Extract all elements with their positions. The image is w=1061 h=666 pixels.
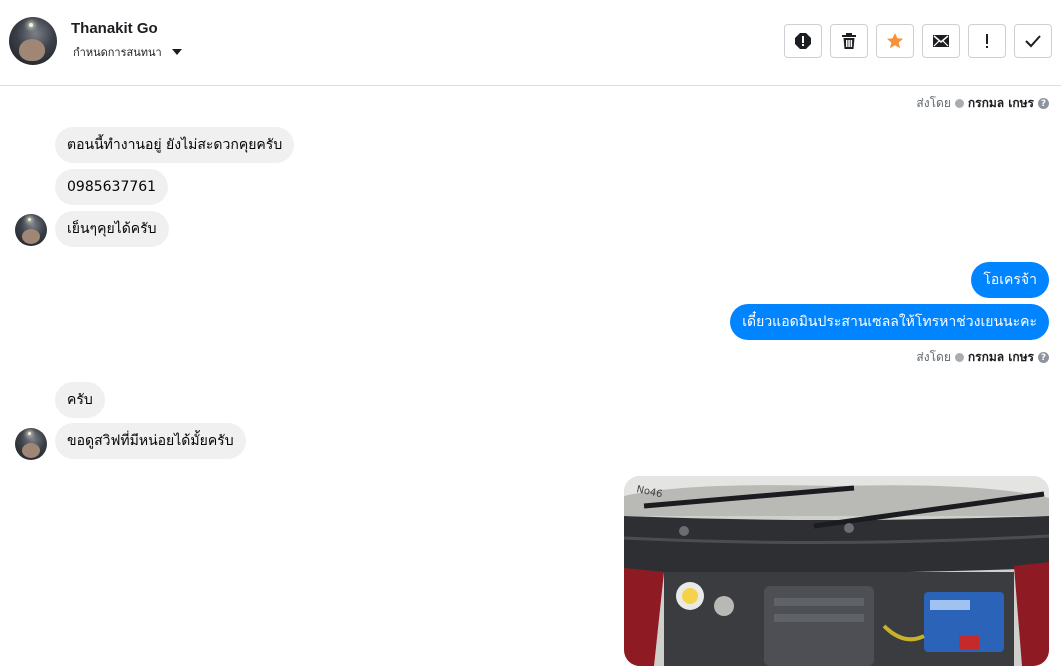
sent-by-prefix: ส่งโดย <box>916 350 951 364</box>
incoming-message[interactable]: ตอนนี้ทำงานอยู่ ยังไม่สะดวกคุยครับ <box>55 127 295 163</box>
chevron-down-icon[interactable] <box>171 49 182 55</box>
conversation-header: Thanakit Go กำหนดการสนทนา <box>0 0 1061 86</box>
contact-avatar-small[interactable] <box>15 214 47 246</box>
mail-icon <box>933 35 949 47</box>
incoming-message[interactable]: ขอดูสวิฟที่มีหน่อยได้มั้ยครับ <box>55 423 246 459</box>
conversation-toolbar <box>784 24 1052 58</box>
mark-done-button[interactable] <box>1014 24 1052 58</box>
mark-unread-button[interactable] <box>922 24 960 58</box>
star-icon <box>887 33 903 49</box>
report-spam-button[interactable] <box>784 24 822 58</box>
sent-by-info: ส่งโดย กรกมล เกษร ? <box>916 94 1049 113</box>
help-icon[interactable]: ? <box>1038 352 1049 363</box>
help-icon[interactable]: ? <box>1038 98 1049 109</box>
exclamation-icon <box>986 34 988 48</box>
star-button[interactable] <box>876 24 914 58</box>
check-icon <box>954 353 964 362</box>
assign-conversation-dropdown[interactable]: กำหนดการสนทนา <box>73 43 182 61</box>
check-icon <box>954 99 964 108</box>
follow-up-button[interactable] <box>968 24 1006 58</box>
sent-by-agent: กรกมล เกษร <box>967 350 1034 364</box>
delete-button[interactable] <box>830 24 868 58</box>
trash-icon <box>842 33 856 49</box>
photo-attachment[interactable]: No46 <box>624 476 1049 666</box>
checkmark-icon <box>1025 35 1041 48</box>
car-engine-photo: No46 <box>624 476 1049 666</box>
outgoing-message[interactable]: เดี๋ยวแอดมินประสานเซลลให้โทรหาช่วงเยนนะค… <box>730 304 1049 340</box>
incoming-message[interactable]: ครับ <box>55 382 105 418</box>
sent-by-agent: กรกมล เกษร <box>967 96 1034 110</box>
sent-by-info: ส่งโดย กรกมล เกษร ? <box>916 348 1049 367</box>
incoming-message[interactable]: 0985637761 <box>55 169 169 205</box>
contact-name[interactable]: Thanakit Go <box>71 20 158 37</box>
incoming-message[interactable]: เย็นๆคุยได้ครับ <box>55 211 169 247</box>
assign-label: กำหนดการสนทนา <box>73 46 162 59</box>
contact-avatar-small[interactable] <box>15 428 47 460</box>
report-spam-icon <box>795 33 811 49</box>
sent-by-prefix: ส่งโดย <box>916 96 951 110</box>
outgoing-message[interactable]: โอเครจ้า <box>971 262 1049 298</box>
contact-avatar[interactable] <box>9 17 57 65</box>
